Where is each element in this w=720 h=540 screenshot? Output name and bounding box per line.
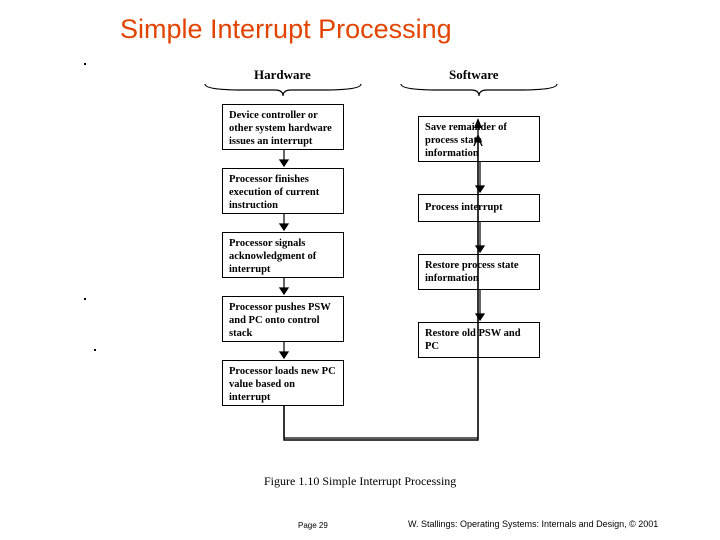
software-brace-icon <box>399 82 559 98</box>
software-header: Software <box>449 67 499 83</box>
arrow-icon <box>278 214 290 232</box>
page-number: Page 29 <box>298 521 328 530</box>
hardware-brace-icon <box>203 82 363 98</box>
sw-box-4: Restore old PSW and PC <box>418 322 540 358</box>
sw-box-3: Restore process state information <box>418 254 540 290</box>
arrow-icon <box>278 278 290 296</box>
sw-box-2: Process interrupt <box>418 194 540 222</box>
footer-attribution: W. Stallings: Operating Systems: Interna… <box>408 519 658 529</box>
hardware-header: Hardware <box>254 67 311 83</box>
arrow-icon <box>474 162 486 194</box>
sw-box-1: Save remainder of process state informat… <box>418 116 540 162</box>
artifact-dot <box>84 63 86 65</box>
artifact-dot <box>94 349 96 351</box>
hw-box-2: Processor finishes execution of current … <box>222 168 344 214</box>
figure-caption: Figure 1.10 Simple Interrupt Processing <box>264 474 456 489</box>
page-title: Simple Interrupt Processing <box>120 14 452 45</box>
hw-box-4: Processor pushes PSW and PC onto control… <box>222 296 344 342</box>
hw-box-3: Processor signals acknowledgment of inte… <box>222 232 344 278</box>
arrow-icon <box>278 150 290 168</box>
artifact-dot <box>84 298 86 300</box>
arrow-icon <box>278 342 290 360</box>
arrow-icon <box>474 290 486 322</box>
arrow-icon <box>474 222 486 254</box>
hw-box-5: Processor loads new PC value based on in… <box>222 360 344 406</box>
hw-box-1: Device controller or other system hardwa… <box>222 104 344 150</box>
